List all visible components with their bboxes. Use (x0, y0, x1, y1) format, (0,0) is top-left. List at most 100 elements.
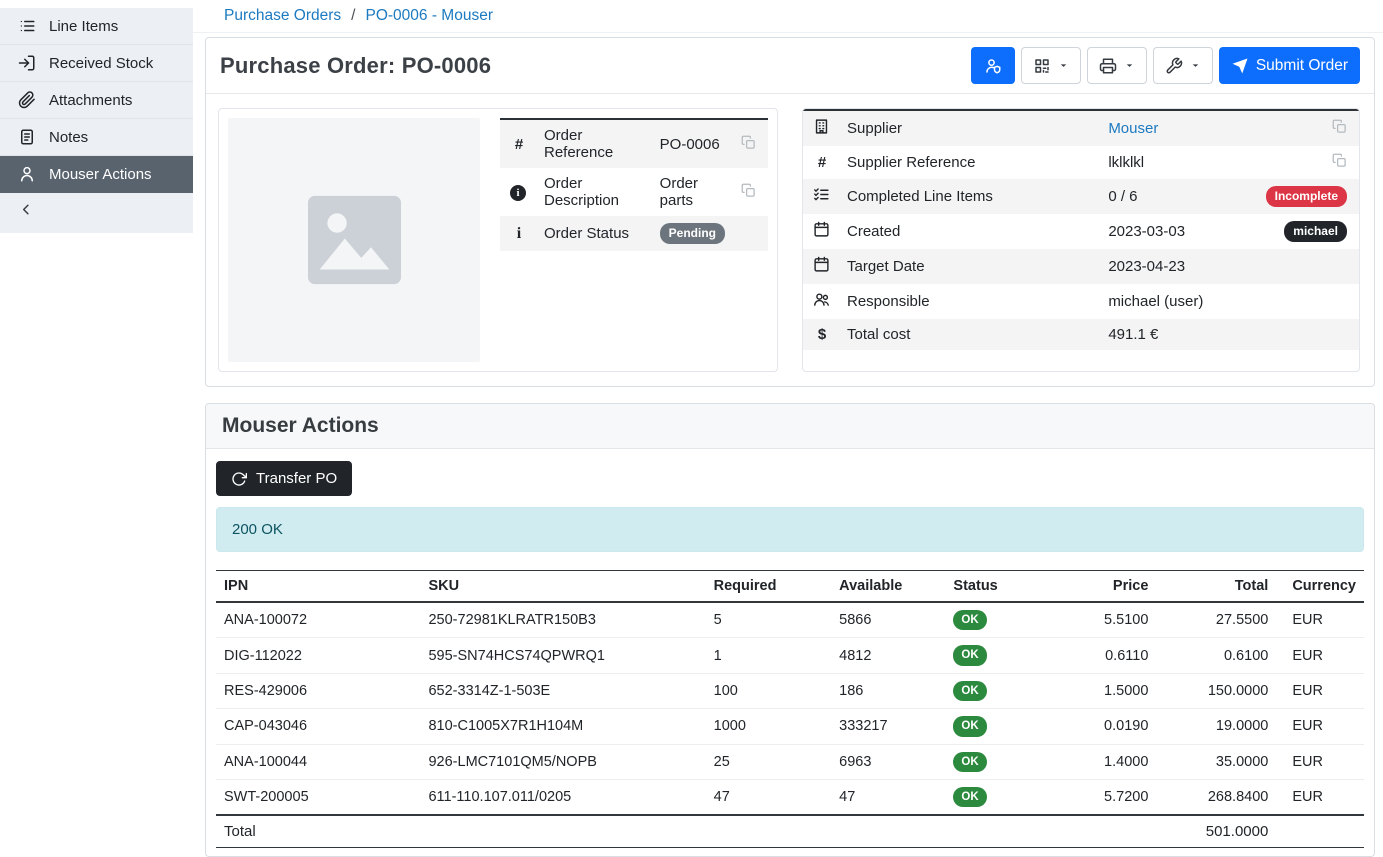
detail-row-order-status: iOrder StatusPending (500, 216, 768, 251)
order-actions-button[interactable] (1153, 47, 1213, 84)
items-table-body: ANA-100072250-72981KLRATR150B355866OK5.5… (216, 602, 1364, 815)
chevron-left-icon (18, 201, 35, 218)
cell-ipn: ANA-100072 (216, 602, 420, 638)
detail-value: 2023-04-23 (1100, 249, 1257, 284)
users-icon (813, 291, 830, 308)
cell-available: 6963 (831, 744, 945, 779)
status-badge: Pending (660, 223, 725, 244)
copy-icon[interactable] (1332, 153, 1347, 168)
caret-down-icon (1058, 60, 1069, 71)
printer-icon (1099, 57, 1117, 75)
detail-value: Pending (652, 216, 733, 251)
refresh-icon (231, 471, 247, 487)
breadcrumb-link[interactable]: Purchase Orders (224, 7, 341, 25)
hash-icon: # (510, 136, 528, 153)
qr-icon (1033, 57, 1051, 75)
cell-currency: EUR (1276, 602, 1364, 638)
sidebar-item-attachments[interactable]: Attachments (0, 82, 193, 119)
paperclip-icon (18, 91, 36, 109)
sidebar-item-notes[interactable]: Notes (0, 119, 193, 156)
app-root: Line Items Received Stock Attachments Notes… (0, 0, 1383, 794)
cell-sku: 611-110.107.011/0205 (420, 779, 705, 815)
cell-price: 0.6110 (1048, 638, 1156, 673)
column-header-sku: SKU (420, 571, 705, 603)
hash-icon: # (813, 154, 831, 171)
detail-extra (1258, 146, 1359, 179)
detail-extra: michael (1258, 214, 1359, 249)
table-row: SWT-200005611-110.107.011/02054747OK5.72… (216, 779, 1364, 815)
detail-extra (733, 216, 768, 251)
incomplete-badge: Incomplete (1266, 186, 1347, 207)
copy-icon[interactable] (1332, 119, 1347, 134)
user-actions-button[interactable] (971, 47, 1015, 84)
detail-label: Created (839, 214, 1100, 249)
total-currency (1276, 815, 1364, 848)
cell-sku: 652-3314Z-1-503E (420, 673, 705, 708)
ok-badge: OK (953, 716, 986, 736)
breadcrumb-link[interactable]: PO-0006 - Mouser (365, 7, 493, 25)
detail-extra (1258, 249, 1359, 284)
detail-value: 0 / 6 (1100, 179, 1257, 214)
detail-label: Responsible (839, 284, 1100, 319)
supplier-link[interactable]: Mouser (1108, 120, 1158, 137)
copy-icon[interactable] (741, 183, 756, 198)
sidebar-collapse-button[interactable] (0, 193, 193, 233)
cell-total: 19.0000 (1156, 709, 1276, 744)
cell-required: 100 (706, 673, 832, 708)
sidebar-item-label: Line Items (49, 18, 118, 35)
cell-available: 47 (831, 779, 945, 815)
breadcrumb: Purchase Orders / PO-0006 - Mouser (193, 0, 1383, 33)
ok-badge: OK (953, 752, 986, 772)
cell-sku: 595-SN74HCS74QPWRQ1 (420, 638, 705, 673)
michael-badge: michael (1284, 221, 1347, 242)
column-header-currency: Currency (1276, 571, 1364, 603)
sidebar-item-mouser-actions[interactable]: Mouser Actions (0, 156, 193, 193)
wrench-icon (1165, 57, 1183, 75)
cell-status: OK (945, 638, 1048, 673)
image-placeholder-icon (306, 194, 403, 286)
list-icon (18, 17, 36, 35)
ok-badge: OK (953, 610, 986, 630)
sidebar-item-label: Received Stock (49, 55, 153, 72)
sidebar-item-line-items[interactable]: Line Items (0, 8, 193, 45)
detail-row-target-date: Target Date2023-04-23 (803, 249, 1359, 284)
cell-status: OK (945, 779, 1048, 815)
detail-label: Supplier Reference (839, 146, 1100, 179)
cell-required: 47 (706, 779, 832, 815)
sidebar-item-label: Attachments (49, 92, 132, 109)
cell-available: 186 (831, 673, 945, 708)
ok-badge: OK (953, 645, 986, 665)
sidebar-item-label: Mouser Actions (49, 166, 152, 183)
cell-required: 25 (706, 744, 832, 779)
cell-ipn: RES-429006 (216, 673, 420, 708)
breadcrumb-separator: / (351, 7, 355, 25)
status-alert: 200 OK (216, 507, 1364, 552)
caret-down-icon (1190, 60, 1201, 71)
detail-row-order-description: iOrder DescriptionOrder parts (500, 168, 768, 216)
cell-price: 5.7200 (1048, 779, 1156, 815)
cell-required: 1 (706, 638, 832, 673)
detail-value: PO-0006 (652, 119, 733, 168)
detail-value: michael (user) (1100, 284, 1257, 319)
cell-total: 27.5500 (1156, 602, 1276, 638)
detail-label: Order Reference (536, 119, 652, 168)
cell-sku: 250-72981KLRATR150B3 (420, 602, 705, 638)
send-icon (1231, 57, 1249, 75)
transfer-po-button[interactable]: Transfer PO (216, 461, 352, 496)
detail-label: Total cost (839, 319, 1100, 350)
cell-price: 1.4000 (1048, 744, 1156, 779)
order-image-placeholder[interactable] (228, 118, 480, 362)
cell-total: 35.0000 (1156, 744, 1276, 779)
table-row: CAP-043046810-C1005X7R1H104M1000333217OK… (216, 709, 1364, 744)
sidebar-item-received-stock[interactable]: Received Stock (0, 45, 193, 82)
print-actions-button[interactable] (1087, 47, 1147, 84)
cell-available: 5866 (831, 602, 945, 638)
table-row: ANA-100044926-LMC7101QM5/NOPB256963OK1.4… (216, 744, 1364, 779)
cell-available: 4812 (831, 638, 945, 673)
detail-extra (733, 168, 768, 216)
copy-icon[interactable] (741, 135, 756, 150)
cell-currency: EUR (1276, 779, 1364, 815)
submit-order-button[interactable]: Submit Order (1219, 47, 1360, 84)
column-header-required: Required (706, 571, 832, 603)
barcode-actions-button[interactable] (1021, 47, 1081, 84)
